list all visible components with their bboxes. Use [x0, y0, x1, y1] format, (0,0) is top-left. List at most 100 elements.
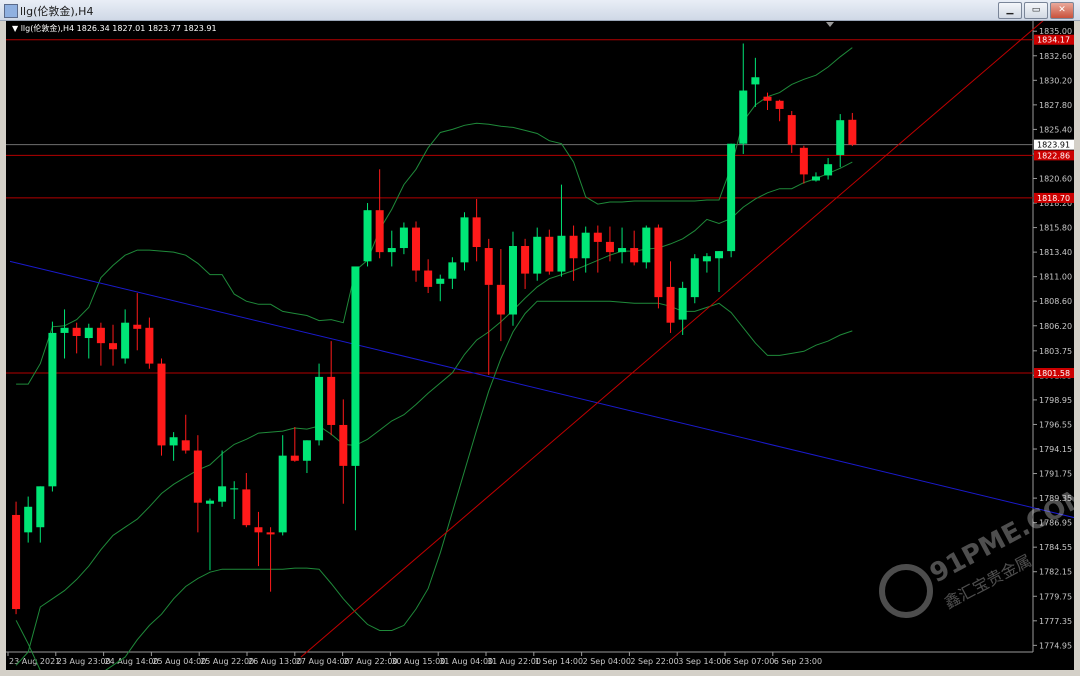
price-tick-label: 1782.15	[1039, 568, 1072, 577]
chart-shift-marker-icon	[826, 22, 834, 27]
candle-body	[630, 248, 639, 263]
price-tick-label: 1820.60	[1039, 174, 1072, 183]
price-tick-label: 1779.75	[1039, 592, 1072, 601]
price-tick-label: 1803.75	[1039, 347, 1072, 356]
price-label-text: 1823.91	[1037, 141, 1070, 150]
candle-body	[533, 236, 542, 274]
price-tick-label: 1784.55	[1039, 543, 1072, 552]
candle-body	[145, 327, 154, 364]
candle-body	[593, 232, 602, 242]
candle-body	[739, 90, 748, 144]
price-label-text: 1822.86	[1037, 151, 1070, 160]
close-icon[interactable]: ✕	[1050, 2, 1074, 19]
price-tick-label: 1796.55	[1039, 420, 1072, 429]
candle-body	[448, 262, 457, 279]
candle-body	[460, 217, 469, 263]
candle-body	[399, 227, 408, 249]
candle-body	[799, 147, 808, 175]
candlestick-chart-svg[interactable]: 1835.001832.601830.201827.801825.401823.…	[6, 21, 1074, 670]
candle-body	[218, 486, 227, 502]
candle-body	[848, 119, 857, 145]
candle-body	[133, 324, 142, 329]
bollinger-middle-band	[15, 161, 853, 666]
chart-window-icon	[4, 4, 18, 18]
candle-body	[484, 248, 493, 285]
candle-body	[48, 332, 57, 487]
watermark-logo-icon	[879, 564, 933, 618]
price-tick-label: 1825.40	[1039, 125, 1072, 134]
price-tick-label: 1774.95	[1039, 641, 1072, 650]
candle-body	[351, 266, 360, 466]
price-label-text: 1834.17	[1037, 36, 1070, 45]
time-tick-label: 3 Sep 14:00	[678, 657, 726, 666]
time-tick-label: 1 Sep 14:00	[535, 657, 583, 666]
candle-body	[690, 258, 699, 298]
price-tick-label: 1813.40	[1039, 248, 1072, 257]
time-tick-label: 25 Aug 22:00	[200, 657, 254, 666]
trendline-blue	[9, 260, 1074, 519]
time-tick-label: 25 Aug 04:00	[152, 657, 206, 666]
candle-body	[290, 455, 299, 461]
window-titlebar[interactable]: llg(伦敦金),H4 ▁ ▭ ✕	[0, 0, 1080, 21]
time-tick-label: 27 Aug 22:00	[344, 657, 398, 666]
candle-body	[242, 489, 251, 526]
candle-body	[12, 514, 21, 610]
time-tick-label: 2 Sep 22:00	[630, 657, 678, 666]
candle-body	[715, 251, 724, 259]
candle-body	[60, 327, 69, 333]
window-controls: ▁ ▭ ✕	[998, 2, 1074, 19]
price-tick-label: 1798.95	[1039, 396, 1072, 405]
time-tick-label: 6 Sep 23:00	[774, 657, 822, 666]
price-label-text: 1801.58	[1037, 369, 1070, 378]
candle-body	[327, 376, 336, 425]
window-title: llg(伦敦金),H4	[20, 5, 94, 18]
candle-body	[836, 120, 845, 155]
candle-body	[96, 327, 105, 344]
candle-body	[618, 248, 627, 253]
price-tick-label: 1808.60	[1039, 297, 1072, 306]
candle-body	[412, 227, 421, 271]
candle-body	[36, 486, 45, 528]
candle-body	[315, 376, 324, 441]
candle-body	[72, 327, 81, 336]
price-tick-label: 1806.20	[1039, 322, 1072, 331]
candle-body	[436, 278, 445, 284]
candle-body	[205, 500, 214, 504]
candle-body	[751, 77, 760, 85]
time-tick-label: 31 Aug 22:00	[487, 657, 541, 666]
candle-body	[642, 227, 651, 263]
candle-body	[787, 115, 796, 145]
candle-body	[557, 235, 566, 272]
price-tick-label: 1811.00	[1039, 273, 1072, 282]
candle-body	[678, 287, 687, 320]
restore-icon[interactable]: ▭	[1024, 2, 1048, 19]
price-chart[interactable]: 1835.001832.601830.201827.801825.401823.…	[6, 21, 1074, 670]
candle-body	[24, 506, 33, 533]
candle-body	[363, 210, 372, 262]
time-tick-label: 30 Aug 15:00	[391, 657, 445, 666]
price-tick-label: 1827.80	[1039, 101, 1072, 110]
candle-body	[811, 176, 820, 181]
candle-body	[605, 241, 614, 253]
price-tick-label: 1791.75	[1039, 470, 1072, 479]
candle-body	[121, 322, 130, 359]
candle-body	[302, 440, 311, 461]
candle-body	[508, 245, 517, 315]
candle-body	[775, 100, 784, 109]
time-tick-label: 24 Aug 14:00	[105, 657, 159, 666]
time-tick-label: 23 Aug 23:00	[57, 657, 111, 666]
candle-body	[387, 248, 396, 253]
candle-body	[824, 164, 833, 176]
time-tick-label: 6 Sep 07:00	[726, 657, 774, 666]
bollinger-lower-band	[15, 300, 853, 670]
candle-body	[521, 245, 530, 274]
candle-body	[581, 232, 590, 259]
time-tick-label: 31 Aug 04:00	[439, 657, 493, 666]
candle-body	[109, 343, 118, 350]
candle-body	[702, 256, 711, 262]
candle-body	[496, 284, 505, 315]
time-tick-label: 2 Sep 04:00	[583, 657, 631, 666]
candle-body	[375, 210, 384, 253]
price-label-text: 1818.70	[1037, 194, 1070, 203]
minimize-icon[interactable]: ▁	[998, 2, 1022, 19]
